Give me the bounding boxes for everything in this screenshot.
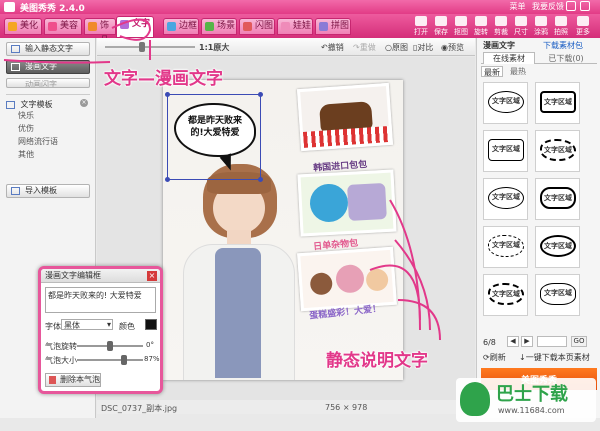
watermark-url: www.11684.com (498, 406, 565, 415)
annotation-static-text: 静态说明文字 (326, 351, 428, 371)
annotation-circle (111, 18, 152, 41)
annotation-overlay (3, 18, 441, 341)
annotation-comic-text: 文字—漫画文字 (104, 69, 223, 89)
watermark: 巴士下载 www.11684.com (456, 378, 596, 422)
watermark-brand: 巴士下载 (496, 384, 568, 405)
watermark-logo-icon (460, 382, 490, 416)
annotation-arrow (369, 264, 421, 321)
annotation-underline (3, 59, 111, 64)
